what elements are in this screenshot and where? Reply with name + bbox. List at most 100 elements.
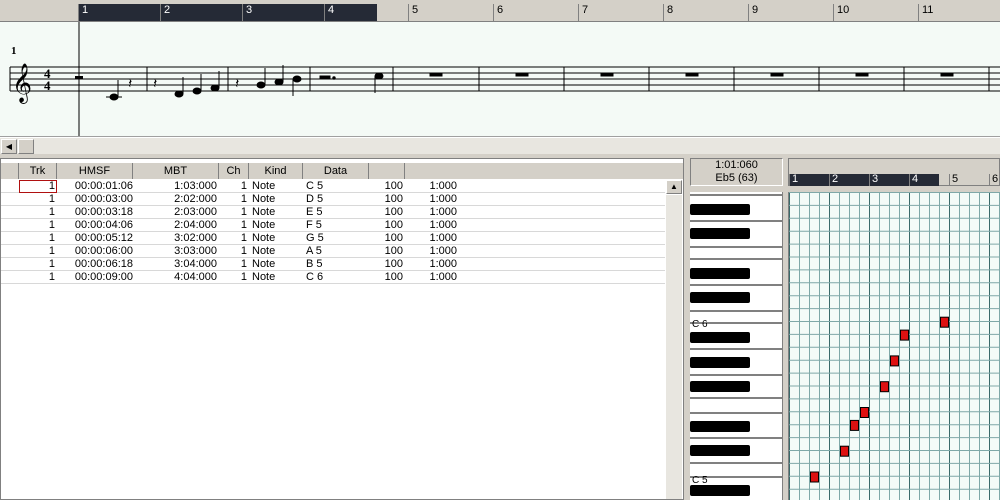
event-cell-data[interactable]: D 5 [306, 193, 346, 205]
event-cell-kind[interactable]: Note [252, 258, 292, 270]
event-row[interactable]: 1 00:00:03:00 2:02:000 1 Note D 5 100 1:000 [1, 193, 665, 206]
ruler-measure-1[interactable]: 1 [78, 4, 160, 21]
ruler-measure-3[interactable]: 3 [242, 4, 324, 21]
event-cell-hmsf[interactable]: 00:00:03:00 [61, 193, 133, 205]
event-cell-data[interactable]: F 5 [306, 219, 346, 231]
event-row[interactable]: 1 00:00:04:06 2:04:000 1 Note F 5 100 1:000 [1, 219, 665, 232]
event-cell-dur[interactable]: 1:000 [411, 258, 457, 270]
piano-roll-note[interactable] [850, 419, 859, 431]
column-ch[interactable]: Ch [219, 163, 249, 179]
event-cell-hmsf[interactable]: 00:00:01:06 [61, 180, 133, 192]
event-cell-trk[interactable]: 1 [3, 271, 55, 283]
event-cell-ch[interactable]: 1 [221, 271, 247, 283]
event-cell-hmsf[interactable]: 00:00:06:00 [61, 245, 133, 257]
event-cell-vel[interactable]: 100 [361, 219, 403, 231]
event-cell-ch[interactable]: 1 [221, 206, 247, 218]
staff-view[interactable]: 1 𝄞 4 4 𝄽 𝄽 𝄽 [0, 22, 1000, 137]
event-row[interactable]: 1 00:00:03:18 2:03:000 1 Note E 5 100 1:000 [1, 206, 665, 219]
event-cell-dur[interactable]: 1:000 [411, 232, 457, 244]
ruler-measure-11[interactable]: 11 [918, 4, 1000, 21]
event-cell-mbt[interactable]: 2:04:000 [151, 219, 217, 231]
ruler-measure-4[interactable]: 4 [324, 4, 408, 21]
piano-roll-note[interactable] [880, 381, 889, 393]
piano-keyboard[interactable]: C 6 C 5 [690, 192, 783, 500]
event-row[interactable]: 1 00:00:06:00 3:03:000 1 Note A 5 100 1:000 [1, 245, 665, 258]
event-cell-ch[interactable]: 1 [221, 232, 247, 244]
event-list-scroll-track[interactable] [666, 195, 682, 499]
event-cell-mbt[interactable]: 3:04:000 [151, 258, 217, 270]
event-cell-mbt[interactable]: 3:03:000 [151, 245, 217, 257]
event-cell-vel[interactable]: 100 [361, 206, 403, 218]
event-cell-trk[interactable]: 1 [3, 232, 55, 244]
event-cell-ch[interactable]: 1 [221, 193, 247, 205]
scroll-thumb[interactable] [18, 139, 34, 154]
event-cell-vel[interactable]: 100 [361, 245, 403, 257]
arrow-up-icon[interactable]: ▲ [666, 180, 682, 194]
event-cell-kind[interactable]: Note [252, 219, 292, 231]
event-cell-ch[interactable]: 1 [221, 219, 247, 231]
keyboard-canvas[interactable]: C 6 C 5 [690, 192, 783, 500]
event-cell-mbt[interactable]: 3:02:000 [151, 232, 217, 244]
ruler-measure-8[interactable]: 8 [663, 4, 748, 21]
piano-roll-note[interactable] [900, 329, 909, 341]
event-cell-hmsf[interactable]: 00:00:06:18 [61, 258, 133, 270]
event-row[interactable]: 1 00:00:09:00 4:04:000 1 Note C 6 100 1:000 [1, 271, 665, 284]
event-cell-trk[interactable]: 1 [3, 180, 55, 192]
staff-horizontal-scrollbar[interactable]: ◀ [0, 137, 1000, 154]
event-cell-vel[interactable]: 100 [361, 258, 403, 270]
ruler-measure-7[interactable]: 7 [578, 4, 663, 21]
event-cell-ch[interactable]: 1 [221, 245, 247, 257]
ruler-measure-5[interactable]: 5 [408, 4, 493, 21]
event-cell-dur[interactable]: 1:000 [411, 245, 457, 257]
event-cell-hmsf[interactable]: 00:00:05:12 [61, 232, 133, 244]
event-cell-kind[interactable]: Note [252, 271, 292, 283]
event-cell-vel[interactable]: 100 [361, 193, 403, 205]
event-row[interactable]: 1 00:00:01:06 1:03:000 1 Note C 5 100 1:000 [1, 180, 665, 193]
piano-roll-note[interactable] [940, 316, 949, 328]
piano-roll-ruler[interactable]: 1 2 3 4 5 6 [788, 158, 1000, 186]
event-cell-vel[interactable]: 100 [361, 232, 403, 244]
pr-measure-3[interactable]: 3 [869, 173, 909, 186]
ruler-measure-9[interactable]: 9 [748, 4, 833, 21]
pr-measure-2[interactable]: 2 [829, 173, 869, 186]
event-cell-vel[interactable]: 100 [361, 180, 403, 192]
ruler-measure-2[interactable]: 2 [160, 4, 242, 21]
piano-roll-note[interactable] [860, 407, 869, 418]
event-cell-data[interactable]: G 5 [306, 232, 346, 244]
piano-roll-note[interactable] [840, 445, 849, 457]
pr-measure-1[interactable]: 1 [789, 173, 829, 186]
event-cell-mbt[interactable]: 2:03:000 [151, 206, 217, 218]
column-blank[interactable] [369, 163, 405, 179]
event-cell-dur[interactable]: 1:000 [411, 180, 457, 192]
measure-ruler[interactable]: 1 2 3 4 5 6 7 8 9 10 11 [0, 0, 1000, 22]
ruler-measure-10[interactable]: 10 [833, 4, 918, 21]
piano-roll-note[interactable] [810, 471, 819, 483]
event-row[interactable]: 1 00:00:06:18 3:04:000 1 Note B 5 100 1:000 [1, 258, 665, 271]
event-cell-hmsf[interactable]: 00:00:04:06 [61, 219, 133, 231]
piano-roll-canvas[interactable] [789, 192, 1000, 500]
pr-measure-4[interactable]: 4 [909, 173, 949, 186]
event-cell-kind[interactable]: Note [252, 232, 292, 244]
piano-roll-note[interactable] [890, 355, 899, 367]
event-cell-ch[interactable]: 1 [221, 258, 247, 270]
event-cell-trk[interactable]: 1 [3, 193, 55, 205]
ruler-measure-6[interactable]: 6 [493, 4, 578, 21]
event-cell-trk[interactable]: 1 [3, 245, 55, 257]
event-cell-data[interactable]: E 5 [306, 206, 346, 218]
piano-roll-grid[interactable] [788, 192, 1000, 500]
event-cell-kind[interactable]: Note [252, 180, 292, 192]
staff-canvas[interactable]: 1 𝄞 4 4 𝄽 𝄽 𝄽 [0, 22, 1000, 137]
event-cell-vel[interactable]: 100 [361, 271, 403, 283]
event-cell-ch[interactable]: 1 [221, 180, 247, 192]
column-trk[interactable]: Trk [19, 163, 57, 179]
event-cell-dur[interactable]: 1:000 [411, 193, 457, 205]
event-row[interactable]: 1 00:00:05:12 3:02:000 1 Note G 5 100 1:000 [1, 232, 665, 245]
event-cell-mbt[interactable]: 2:02:000 [151, 193, 217, 205]
event-list-body[interactable]: 1 00:00:01:06 1:03:000 1 Note C 5 100 1:000 1 00:… [1, 180, 665, 284]
event-cell-data[interactable]: A 5 [306, 245, 346, 257]
event-cell-dur[interactable]: 1:000 [411, 206, 457, 218]
event-cell-trk[interactable]: 1 [3, 258, 55, 270]
event-cell-trk[interactable]: 1 [3, 219, 55, 231]
event-cell-data[interactable]: C 6 [306, 271, 346, 283]
column-data[interactable]: Data [303, 163, 369, 179]
